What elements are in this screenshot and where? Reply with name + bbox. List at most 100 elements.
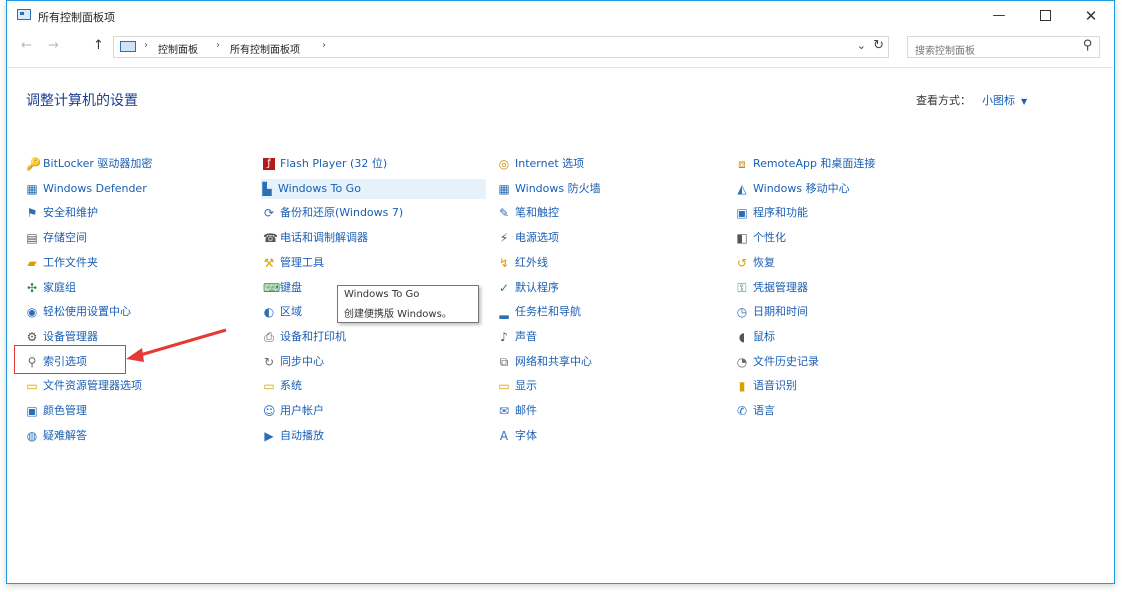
control-panel-item-label: 自动播放 (280, 429, 324, 442)
credential-icon: ⚿ (737, 281, 747, 295)
chevron-down-icon[interactable]: ⌄ (857, 39, 866, 52)
device-manager-icon: ⚙ (26, 330, 38, 344)
forward-arrow-icon[interactable]: → (48, 38, 59, 53)
troubleshoot-icon: ◍ (26, 429, 38, 443)
address-row: ← → ↑ › 控制面板 › 所有控制面板项 › ⌄ ↻ 搜索控制面板 ⚲ (7, 33, 1114, 61)
title-bar: 所有控制面板项 — ✕ (7, 1, 1114, 31)
breadcrumb-chevron-icon[interactable]: › (322, 40, 326, 51)
control-panel-window: 所有控制面板项 — ✕ ← → ↑ › 控制面板 › 所有控制面板项 › ⌄ ↻… (6, 0, 1115, 584)
phone-icon: ☎ (263, 231, 278, 245)
minimize-button[interactable]: — (976, 1, 1022, 31)
control-panel-item-label: 安全和维护 (43, 206, 98, 219)
control-panel-item-label: Windows Defender (43, 182, 147, 195)
tooltip-description: 创建便携版 Windows。 (344, 309, 452, 320)
sound-icon: ♪ (500, 330, 508, 344)
refresh-icon[interactable]: ↻ (873, 38, 884, 53)
tooltip-windows-to-go: Windows To Go 创建便携版 Windows。 (337, 285, 479, 323)
display-icon: ▭ (498, 379, 510, 393)
address-bar[interactable]: › 控制面板 › 所有控制面板项 › ⌄ ↻ (113, 36, 889, 58)
control-panel-item-label: BitLocker 驱动器加密 (43, 157, 153, 170)
control-panel-item-label: 程序和功能 (753, 206, 808, 219)
control-panel-item-label: 电源选项 (515, 231, 559, 244)
users-icon: ☺ (263, 404, 276, 418)
power-icon: ⚡ (499, 231, 509, 245)
control-panel-item-label: 系统 (280, 379, 302, 392)
back-arrow-icon[interactable]: ← (21, 38, 32, 53)
search-input[interactable]: 搜索控制面板 ⚲ (907, 36, 1100, 58)
up-arrow-icon[interactable]: ↑ (93, 38, 104, 53)
color-management-icon: ▣ (26, 404, 38, 418)
control-panel-item-label: 显示 (515, 379, 537, 392)
internet-icon: ◎ (498, 157, 510, 171)
breadcrumb-chevron-icon[interactable]: › (144, 40, 148, 51)
control-panel-item-label: 凭据管理器 (753, 281, 808, 294)
recovery-icon: ↺ (736, 256, 748, 270)
control-panel-item-label: 邮件 (515, 404, 537, 417)
fonts-icon: A (499, 429, 509, 443)
control-panel-item-label: 键盘 (280, 281, 302, 294)
maximize-button[interactable] (1022, 1, 1068, 31)
close-button[interactable]: ✕ (1068, 1, 1114, 31)
breadcrumb-all-items[interactable]: 所有控制面板项 (230, 41, 300, 56)
control-panel-item-label: 用户帐户 (280, 404, 324, 417)
language-icon: ✆ (736, 404, 748, 418)
control-panel-item-label: Windows 防火墙 (515, 182, 601, 195)
speech-icon: ▮ (738, 379, 746, 393)
flash-icon: ƒ (263, 158, 275, 170)
control-panel-item-label: 同步中心 (280, 355, 324, 368)
firewall-icon: ▦ (498, 182, 510, 196)
file-history-icon: ◔ (736, 355, 748, 369)
control-panel-item-label: 默认程序 (515, 281, 559, 294)
control-panel-item[interactable]: ▙ Windows To Go (261, 179, 486, 199)
control-panel-item-label: 恢复 (753, 256, 775, 269)
autoplay-icon: ▶ (264, 429, 274, 443)
storage-icon: ▤ (26, 231, 38, 245)
backup-icon: ⟳ (263, 206, 275, 220)
view-by-value: 小图标 (982, 94, 1015, 107)
control-panel-item-label: 字体 (515, 429, 537, 442)
control-panel-item-label: 日期和时间 (753, 305, 808, 318)
maximize-icon (1039, 10, 1051, 21)
breadcrumb-control-panel[interactable]: 控制面板 (158, 41, 198, 56)
control-panel-item-label: 管理工具 (280, 256, 324, 269)
breadcrumb-chevron-icon[interactable]: › (216, 40, 220, 51)
printer-icon: ⎙ (264, 330, 274, 344)
region-icon: ◐ (263, 305, 275, 319)
control-panel-item-label: 疑难解答 (43, 429, 87, 442)
defender-icon: ▦ (26, 182, 38, 196)
search-icon: ⚲ (1083, 38, 1093, 53)
control-panel-item-label: Flash Player (32 位) (280, 157, 388, 170)
control-panel-item-label: 文件资源管理器选项 (43, 379, 142, 392)
control-panel-item-label: 鼠标 (753, 330, 775, 343)
control-panel-icon (17, 9, 31, 20)
keyboard-icon: ⌨ (263, 281, 281, 295)
windows-to-go-icon: ▙ (262, 182, 272, 196)
mouse-icon: ◖ (738, 330, 746, 344)
programs-icon: ▣ (736, 206, 748, 220)
datetime-icon: ◷ (736, 305, 748, 319)
control-panel-item-label: 设备管理器 (43, 330, 98, 343)
control-panel-item-label: Internet 选项 (515, 157, 585, 170)
default-programs-icon: ✓ (498, 281, 510, 295)
control-panel-item-label: 设备和打印机 (280, 330, 346, 343)
control-panel-item-label: 颜色管理 (43, 404, 87, 417)
control-panel-item-label: 个性化 (753, 231, 786, 244)
control-panel-item-label: 轻松使用设置中心 (43, 305, 131, 318)
folder-icon: ▰ (27, 256, 37, 270)
tooltip-title: Windows To Go (344, 289, 420, 300)
control-panel-item-label: 家庭组 (43, 281, 76, 294)
admin-tools-icon: ⚒ (263, 256, 275, 270)
view-by-label: 查看方式： (916, 94, 971, 107)
annotation-highlight-box (14, 345, 126, 374)
control-panel-item-label: 语音识别 (753, 379, 797, 392)
control-panel-item-label: 声音 (515, 330, 537, 343)
network-icon: ⧉ (499, 355, 509, 369)
control-panel-item-label: 备份和还原(Windows 7) (280, 206, 404, 219)
view-by-dropdown[interactable]: 小图标 ▼ (982, 92, 1027, 108)
content-area: 调整计算机的设置 查看方式： 小图标 ▼ 🔑 BitLocker 驱动器加密 ▦ Win… (8, 67, 1113, 582)
page-title: 调整计算机的设置 (26, 93, 138, 109)
control-panel-item-label: 存储空间 (43, 231, 87, 244)
homegroup-icon: ✣ (26, 281, 38, 295)
control-panel-item-label: 网络和共享中心 (515, 355, 592, 368)
folder-options-icon: ▭ (26, 379, 38, 393)
